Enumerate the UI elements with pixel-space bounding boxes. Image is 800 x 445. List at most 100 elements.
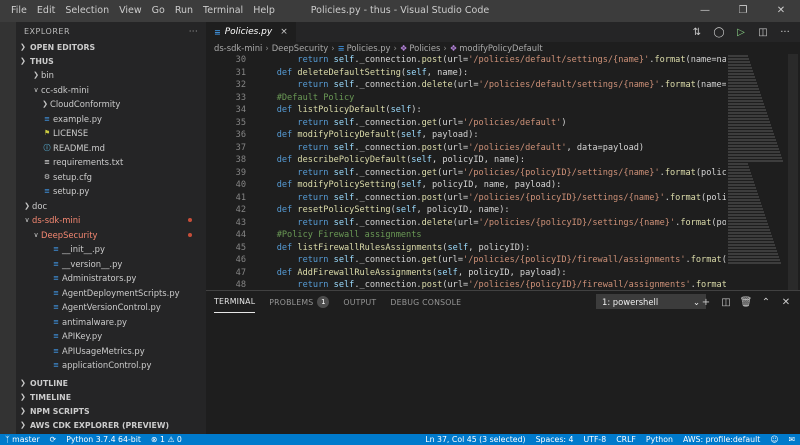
encoding[interactable]: UTF-8	[578, 435, 611, 444]
menu-terminal[interactable]: Terminal	[198, 0, 248, 22]
tree-file[interactable]: ≡ AgentVersionControl.py	[16, 300, 206, 315]
run-icon[interactable]: ▷	[730, 27, 752, 38]
tree-file[interactable]: ⓘ README.md	[16, 141, 206, 156]
minimap-line	[728, 190, 757, 192]
open-editors-section[interactable]: ❯ OPEN EDITORS	[16, 40, 206, 54]
tree-file[interactable]: ≡ Administrators.py	[16, 271, 206, 286]
breadcrumb-item[interactable]: ds-sdk-mini	[214, 43, 262, 53]
tree-file[interactable]: ≡ __init__.py	[16, 242, 206, 257]
minimap-line	[728, 58, 749, 60]
terminal-select[interactable]: 1: powershell ⌄	[596, 294, 706, 309]
language-mode[interactable]: Python	[641, 435, 678, 444]
code-line[interactable]: 45 def listFirewallRulesAssignments(self…	[206, 242, 726, 255]
aws-cdk-section[interactable]: ❯ AWS CDK EXPLORER (PREVIEW)	[16, 418, 206, 432]
tree-file[interactable]: ≡ antimalware.py	[16, 315, 206, 330]
code-line[interactable]: 39 return self._connection.get(url='/pol…	[206, 167, 726, 180]
npm-scripts-section[interactable]: ❯ NPM SCRIPTS	[16, 404, 206, 418]
code-line[interactable]: 37 return self._connection.post(url='/po…	[206, 142, 726, 155]
minimize-icon[interactable]: —	[686, 0, 724, 22]
tree-file[interactable]: ≡ APIUsageMetrics.py	[16, 344, 206, 359]
code-line[interactable]: 40 def modifyPolicySetting(self, policyI…	[206, 179, 726, 192]
tab-debug-console[interactable]: DEBUG CONSOLE	[390, 291, 461, 313]
code-line[interactable]: 31 def deleteDefaultSetting(self, name):	[206, 67, 726, 80]
split-editor-icon[interactable]: ◫	[752, 27, 774, 38]
menu-view[interactable]: View	[114, 0, 147, 22]
menu-file[interactable]: File	[6, 0, 32, 22]
minimap[interactable]	[728, 54, 786, 290]
tree-file[interactable]: ≡ requirements.txt	[16, 155, 206, 170]
menu-run[interactable]: Run	[170, 0, 198, 22]
menu-help[interactable]: Help	[248, 0, 280, 22]
tree-file[interactable]: ≡ example.py	[16, 112, 206, 127]
tab-policies-py[interactable]: ≡ Policies.py ×	[206, 22, 296, 42]
code-line[interactable]: 44 #Policy Firewall assignments	[206, 229, 726, 242]
source-control-icon[interactable]: ◯	[708, 27, 730, 38]
code-line[interactable]: 48 return self._connection.post(url='/po…	[206, 279, 726, 290]
restore-icon[interactable]: ❐	[724, 0, 762, 22]
tree-folder[interactable]: ∨ cc-sdk-mini	[16, 83, 206, 98]
feedback-icon[interactable]: ☺	[765, 435, 783, 444]
aws-profile[interactable]: AWS: profile:default	[678, 435, 765, 444]
breadcrumb-item[interactable]: DeepSecurity	[272, 43, 328, 53]
end-of-line[interactable]: CRLF	[611, 435, 641, 444]
tree-file[interactable]: ⚙ setup.cfg	[16, 170, 206, 185]
bell-icon[interactable]: ✉	[783, 435, 800, 444]
code-line[interactable]: 47 def AddFirewallRuleAssignments(self, …	[206, 267, 726, 280]
tree-folder[interactable]: ❯ doc	[16, 199, 206, 214]
tree-file[interactable]: ≡ applicationControl.py	[16, 358, 206, 373]
close-window-icon[interactable]: ✕	[762, 0, 800, 22]
tree-item-label: APIUsageMetrics.py	[62, 345, 145, 356]
indentation[interactable]: Spaces: 4	[531, 435, 579, 444]
problems-status[interactable]: ⊗ 1 ⚠ 0	[146, 435, 187, 444]
tree-folder[interactable]: ❯ CloudConformity	[16, 97, 206, 112]
code-line[interactable]: 32 return self._connection.delete(url='/…	[206, 79, 726, 92]
split-terminal-icon[interactable]: ◫	[716, 297, 736, 308]
outline-section[interactable]: ❯ OUTLINE	[16, 376, 206, 390]
tree-folder[interactable]: ❯ bin	[16, 68, 206, 83]
code-editor[interactable]: 30 return self._connection.post(url='/po…	[206, 54, 726, 290]
workspace-root-section[interactable]: ❯ THUS	[16, 54, 206, 68]
compare-icon[interactable]: ⇅	[686, 27, 708, 38]
code-line[interactable]: 33 #Default Policy	[206, 92, 726, 105]
tree-file[interactable]: ≡ setup.py	[16, 184, 206, 199]
cursor-position[interactable]: Ln 37, Col 45 (3 selected)	[420, 435, 530, 444]
sync-icon[interactable]: ⟳	[45, 435, 62, 444]
breadcrumb-item[interactable]: Policies.py	[347, 43, 391, 53]
breadcrumb-item[interactable]: Policies	[409, 43, 440, 53]
minimap-line	[728, 196, 759, 198]
more-editor-actions-icon[interactable]: ···	[774, 27, 796, 38]
tab-output[interactable]: OUTPUT	[343, 291, 376, 313]
tree-folder[interactable]: ∨ ds-sdk-mini	[16, 213, 206, 228]
editor-scrollbar[interactable]	[788, 54, 798, 290]
branch-status[interactable]: ᛉ master	[0, 435, 45, 444]
more-actions-icon[interactable]: ···	[189, 27, 198, 36]
tree-file[interactable]: ≡ APIKey.py	[16, 329, 206, 344]
code-line[interactable]: 41 return self._connection.post(url='/po…	[206, 192, 726, 205]
code-line[interactable]: 38 def describePolicyDefault(self, polic…	[206, 154, 726, 167]
close-tab-icon[interactable]: ×	[280, 27, 288, 37]
code-line[interactable]: 36 def modifyPolicyDefault(self, payload…	[206, 129, 726, 142]
python-interpreter[interactable]: Python 3.7.4 64-bit	[61, 435, 146, 444]
menu-selection[interactable]: Selection	[60, 0, 114, 22]
menu-go[interactable]: Go	[147, 0, 170, 22]
close-panel-icon[interactable]: ✕	[776, 297, 796, 308]
code-line[interactable]: 34 def listPolicyDefault(self):	[206, 104, 726, 117]
breadcrumb-item[interactable]: modifyPolicyDefault	[459, 43, 542, 53]
tree-folder[interactable]: ∨ DeepSecurity	[16, 228, 206, 243]
code-line[interactable]: 30 return self._connection.post(url='/po…	[206, 54, 726, 67]
add-terminal-icon[interactable]: +	[696, 297, 716, 308]
minimap-line	[728, 202, 761, 204]
timeline-section[interactable]: ❯ TIMELINE	[16, 390, 206, 404]
code-line[interactable]: 35 return self._connection.get(url='/pol…	[206, 117, 726, 130]
code-line[interactable]: 43 return self._connection.delete(url='/…	[206, 217, 726, 230]
tree-file[interactable]: ≡ AgentDeploymentScripts.py	[16, 286, 206, 301]
code-line[interactable]: 42 def resetPolicySetting(self, policyID…	[206, 204, 726, 217]
tab-terminal[interactable]: TERMINAL	[214, 291, 256, 313]
tab-problems[interactable]: PROBLEMS 1	[269, 291, 330, 313]
trash-icon[interactable]: 🗑	[736, 297, 756, 308]
tree-file[interactable]: ≡ __version__.py	[16, 257, 206, 272]
menu-edit[interactable]: Edit	[32, 0, 60, 22]
code-line[interactable]: 46 return self._connection.get(url='/pol…	[206, 254, 726, 267]
tree-file[interactable]: ⚑ LICENSE	[16, 126, 206, 141]
maximize-panel-icon[interactable]: ⌃	[756, 297, 776, 308]
